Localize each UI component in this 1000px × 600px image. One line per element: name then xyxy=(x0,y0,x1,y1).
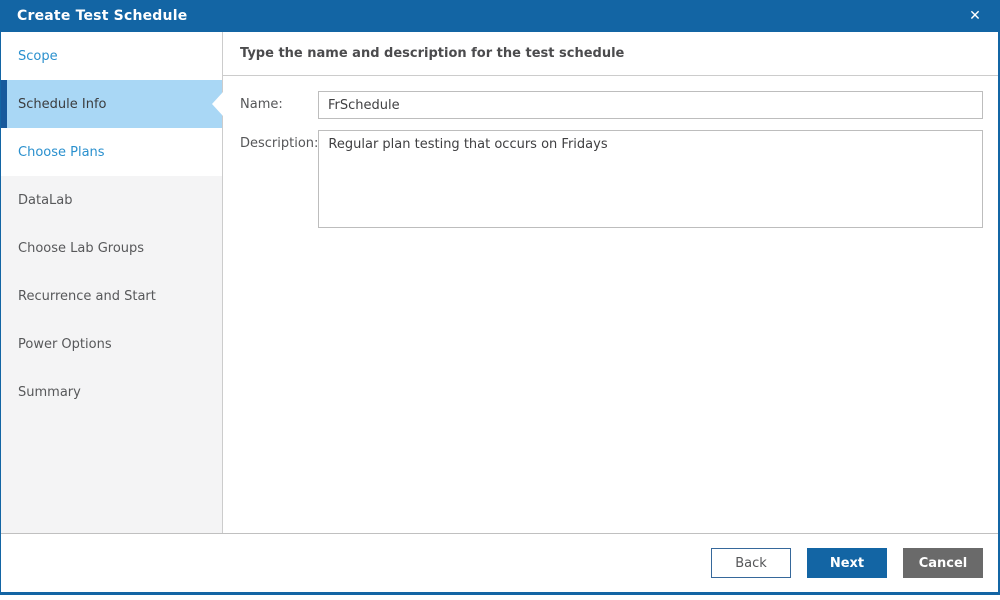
description-label: Description: xyxy=(240,136,319,151)
sidebar-item-schedule-info[interactable]: Schedule Info xyxy=(1,80,223,128)
sidebar-item-scope[interactable]: Scope xyxy=(1,32,222,80)
step-label: Scope xyxy=(18,48,58,64)
step-label: Choose Lab Groups xyxy=(18,240,145,256)
step-label: Recurrence and Start xyxy=(18,288,156,304)
step-label: Schedule Info xyxy=(18,96,107,112)
dialog-body: Scope Schedule Info Choose Plans DataLab… xyxy=(1,32,998,533)
titlebar: Create Test Schedule ✕ xyxy=(1,0,998,32)
name-input[interactable] xyxy=(318,91,983,119)
step-label: Summary xyxy=(18,384,81,400)
step-label: DataLab xyxy=(18,192,73,208)
sidebar-item-power-options: Power Options xyxy=(1,320,222,368)
sidebar-item-choose-lab-groups: Choose Lab Groups xyxy=(1,224,222,272)
name-row: Name: xyxy=(240,91,983,119)
step-label: Choose Plans xyxy=(18,144,105,160)
schedule-info-form: Name: Description: Regular plan testing … xyxy=(223,76,998,239)
step-content: Type the name and description for the te… xyxy=(223,32,998,533)
step-instruction: Type the name and description for the te… xyxy=(223,32,998,76)
dialog-title: Create Test Schedule xyxy=(17,8,188,24)
wizard-steps-sidebar: Scope Schedule Info Choose Plans DataLab… xyxy=(1,32,223,533)
sidebar-item-summary: Summary xyxy=(1,368,222,416)
description-input[interactable]: Regular plan testing that occurs on Frid… xyxy=(318,130,983,228)
name-label: Name: xyxy=(240,97,283,112)
sidebar-item-datalab: DataLab xyxy=(1,176,222,224)
next-button[interactable]: Next xyxy=(807,548,887,578)
sidebar-item-choose-plans[interactable]: Choose Plans xyxy=(1,128,222,176)
sidebar-item-recurrence-and-start: Recurrence and Start xyxy=(1,272,222,320)
create-test-schedule-dialog: Create Test Schedule ✕ Scope Schedule In… xyxy=(0,0,1000,595)
close-icon[interactable]: ✕ xyxy=(962,3,988,29)
back-button[interactable]: Back xyxy=(711,548,791,578)
step-label: Power Options xyxy=(18,336,112,352)
dialog-footer: Back Next Cancel xyxy=(1,533,998,592)
cancel-button[interactable]: Cancel xyxy=(903,548,983,578)
description-row: Description: Regular plan testing that o… xyxy=(240,130,983,228)
